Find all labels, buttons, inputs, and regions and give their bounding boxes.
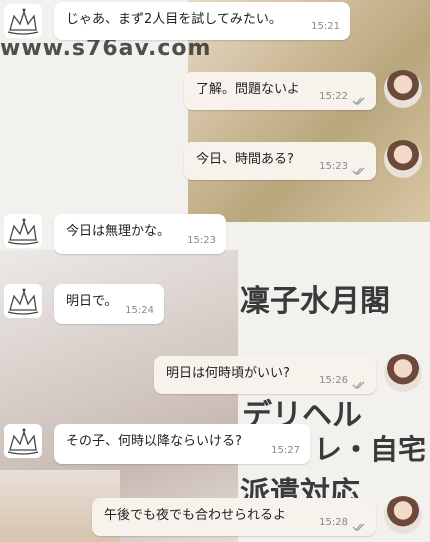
- outgoing-avatar[interactable]: [384, 140, 422, 178]
- message-time: 15:23: [319, 161, 348, 172]
- sketch-crown-avatar-icon: [7, 218, 39, 245]
- message-time: 15:22: [319, 91, 348, 102]
- message-bubble-4[interactable]: 今日は無理かな。 15:23: [54, 214, 226, 254]
- incoming-avatar[interactable]: [4, 4, 42, 38]
- message-bubble-5[interactable]: 明日で。 15:24: [54, 284, 164, 324]
- incoming-avatar[interactable]: [4, 424, 42, 458]
- message-time: 15:23: [187, 235, 216, 246]
- message-text: 了解。問題ないよ: [196, 82, 300, 97]
- message-text: 午後でも夜でも合わせられるよ: [104, 508, 287, 523]
- message-time: 15:21: [311, 21, 340, 32]
- sketch-crown-avatar-icon: [7, 288, 39, 315]
- message-text: 明日で。: [66, 294, 118, 309]
- message-time: 15:26: [319, 375, 348, 386]
- message-text: 今日は無理かな。: [66, 224, 171, 239]
- sketch-crown-avatar-icon: [7, 428, 39, 455]
- outgoing-avatar[interactable]: [384, 70, 422, 108]
- message-time: 15:27: [271, 445, 300, 456]
- message-bubble-7[interactable]: その子、何時以降ならいける? 15:27: [54, 424, 310, 464]
- message-bubble-2[interactable]: 了解。問題ないよ 15:22: [184, 72, 376, 110]
- message-time: 15:28: [319, 517, 348, 528]
- message-text: 今日、時間ある?: [196, 152, 294, 167]
- message-bubble-8[interactable]: 午後でも夜でも合わせられるよ 15:28: [92, 498, 376, 536]
- message-time: 15:24: [125, 305, 154, 316]
- double-check-icon: [352, 523, 365, 531]
- message-bubble-1[interactable]: じゃあ、まず2人目を試してみたい。 15:21: [54, 2, 350, 40]
- message-text: その子、何時以降ならいける?: [66, 434, 242, 449]
- incoming-avatar[interactable]: [4, 214, 42, 248]
- double-check-icon: [352, 167, 365, 175]
- outgoing-avatar[interactable]: [384, 354, 422, 392]
- message-text: じゃあ、まず2人目を試してみたい。: [66, 12, 282, 27]
- message-bubble-3[interactable]: 今日、時間ある? 15:23: [184, 142, 376, 180]
- double-check-icon: [352, 381, 365, 389]
- double-check-icon: [352, 97, 365, 105]
- incoming-avatar[interactable]: [4, 284, 42, 318]
- ad-line-1: 凜子水月閣: [240, 284, 390, 319]
- outgoing-avatar[interactable]: [384, 496, 422, 534]
- sketch-crown-avatar-icon: [7, 8, 39, 35]
- message-text: 明日は何時頃がいい?: [166, 366, 290, 381]
- message-bubble-6[interactable]: 明日は何時頃がいい? 15:26: [154, 356, 376, 394]
- ad-line-3: レ・自宅: [314, 433, 427, 466]
